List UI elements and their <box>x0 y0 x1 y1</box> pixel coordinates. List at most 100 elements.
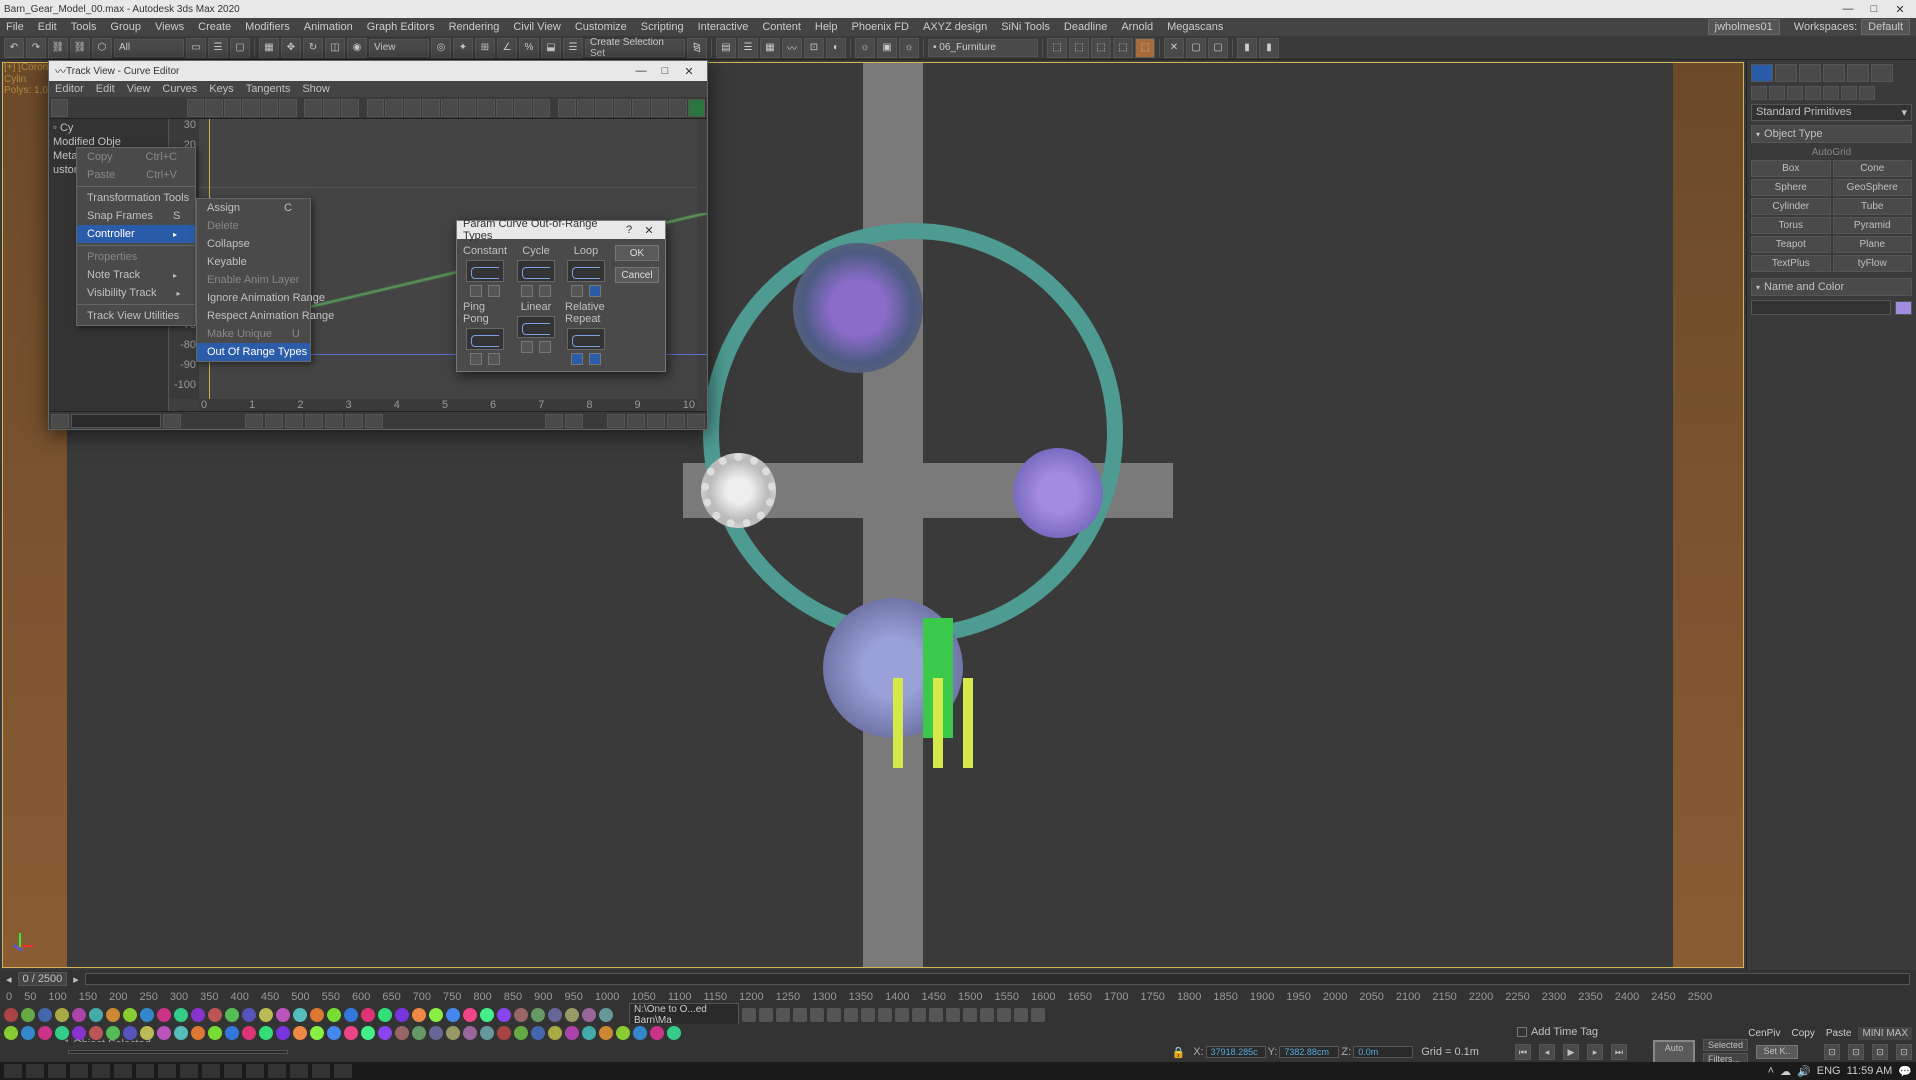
minimize-button[interactable]: — <box>1836 3 1860 16</box>
tool-icon[interactable] <box>1014 1008 1028 1022</box>
dialog-close-button[interactable]: ✕ <box>639 224 659 237</box>
named-selection-dropdown[interactable]: Create Selection Set <box>585 39 685 57</box>
menu-item[interactable]: Scripting <box>641 21 684 33</box>
menu-make-unique[interactable]: Make UniqueU <box>197 325 310 343</box>
tray-lang[interactable]: ENG <box>1817 1065 1841 1077</box>
tool-icon[interactable] <box>293 1026 307 1040</box>
ce-tool-icon[interactable] <box>688 99 705 117</box>
tool-icon[interactable] <box>38 1026 52 1040</box>
bind-icon[interactable]: ⬡ <box>92 38 112 58</box>
menu-copy[interactable]: CopyCtrl+C <box>77 148 195 166</box>
tool-icon[interactable] <box>327 1026 341 1040</box>
menu-paste[interactable]: PasteCtrl+V <box>77 166 195 184</box>
ce-btool-icon[interactable] <box>305 414 323 428</box>
taskbar-app-icon[interactable] <box>334 1064 352 1078</box>
create-textplus-button[interactable]: TextPlus <box>1751 255 1831 272</box>
play-icon[interactable]: ▶ <box>1563 1044 1579 1060</box>
out-toggle[interactable] <box>539 341 551 353</box>
ex5-icon[interactable]: ⬚ <box>1135 38 1155 58</box>
tool-icon[interactable] <box>650 1026 664 1040</box>
rect-select-icon[interactable]: ▢ <box>230 38 250 58</box>
tool-icon[interactable] <box>293 1008 307 1022</box>
user-dropdown[interactable]: jwholmes01 <box>1708 19 1780 35</box>
ce-btool-icon[interactable] <box>545 414 563 428</box>
category-dropdown[interactable]: Standard Primitives▾ <box>1751 104 1912 121</box>
utilities-tab-icon[interactable] <box>1871 64 1893 82</box>
tool-icon[interactable] <box>72 1008 86 1022</box>
out-toggle[interactable] <box>589 353 601 365</box>
tool-icon[interactable] <box>412 1008 426 1022</box>
tool-icon[interactable] <box>497 1008 511 1022</box>
tool-icon[interactable] <box>157 1008 171 1022</box>
schematic-icon[interactable]: ⊡ <box>804 38 824 58</box>
ce-tool-icon[interactable] <box>514 99 531 117</box>
menu-trackview-utils[interactable]: Track View Utilities <box>77 307 195 325</box>
tool-icon[interactable] <box>446 1008 460 1022</box>
tool-icon[interactable] <box>123 1008 137 1022</box>
ce-btool-icon[interactable] <box>163 414 181 428</box>
create-teapot-button[interactable]: Teapot <box>1751 236 1831 253</box>
ce-btool-icon[interactable] <box>667 414 685 428</box>
taskbar-app-icon[interactable] <box>290 1064 308 1078</box>
ce-tool-icon[interactable] <box>385 99 402 117</box>
menu-controller[interactable]: Controller <box>77 225 195 243</box>
menu-collapse[interactable]: Collapse <box>197 235 310 253</box>
select-name-icon[interactable]: ☰ <box>208 38 228 58</box>
menu-item[interactable]: AXYZ design <box>923 21 987 33</box>
taskbar-app-icon[interactable] <box>136 1064 154 1078</box>
tool-icon[interactable] <box>361 1026 375 1040</box>
tool-icon[interactable] <box>531 1008 545 1022</box>
selection-filter-dropdown[interactable]: All <box>114 39 184 57</box>
ce-tool-icon[interactable] <box>669 99 686 117</box>
undo-icon[interactable]: ↶ <box>4 38 24 58</box>
type-graph-icon[interactable] <box>466 260 504 282</box>
menu-item[interactable]: Civil View <box>513 21 560 33</box>
ce-btool-icon[interactable] <box>345 414 363 428</box>
menu-transformation-tools[interactable]: Transformation Tools <box>77 189 195 207</box>
layer-icon[interactable]: ☰ <box>738 38 758 58</box>
create-cone-button[interactable]: Cone <box>1833 160 1913 177</box>
create-plane-button[interactable]: Plane <box>1833 236 1913 253</box>
taskbar-app-icon[interactable] <box>180 1064 198 1078</box>
autogrid-checkbox[interactable]: AutoGrid <box>1751 145 1912 160</box>
ce-tool-icon[interactable] <box>404 99 421 117</box>
out-toggle[interactable] <box>539 285 551 297</box>
hierarchy-tab-icon[interactable] <box>1799 64 1821 82</box>
tool-icon[interactable] <box>793 1008 807 1022</box>
tool-icon[interactable] <box>599 1026 613 1040</box>
curve-editor-icon[interactable]: 〰 <box>782 38 802 58</box>
minimax-button[interactable]: MINI MAX <box>1858 1027 1912 1040</box>
tool-icon[interactable] <box>548 1026 562 1040</box>
create-sphere-button[interactable]: Sphere <box>1751 179 1831 196</box>
layer-dropdown[interactable]: • 06_Furniture <box>928 39 1038 57</box>
tool-icon[interactable] <box>844 1008 858 1022</box>
spinner-snap-icon[interactable]: ⬓ <box>541 38 561 58</box>
menu-item[interactable]: Content <box>762 21 801 33</box>
menu-properties[interactable]: Properties <box>77 248 195 266</box>
ce-tool-icon[interactable] <box>651 99 668 117</box>
tool-icon[interactable] <box>531 1026 545 1040</box>
taskbar-app-icon[interactable] <box>246 1064 264 1078</box>
ce-btool-icon[interactable] <box>687 414 705 428</box>
menu-snap-frames[interactable]: Snap FramesS <box>77 207 195 225</box>
in-toggle[interactable] <box>571 285 583 297</box>
tool-icon[interactable] <box>616 1026 630 1040</box>
menu-respect-anim-range[interactable]: Respect Animation Range <box>197 307 310 325</box>
tool-icon[interactable] <box>429 1008 443 1022</box>
tool-icon[interactable] <box>463 1008 477 1022</box>
tool-icon[interactable] <box>446 1026 460 1040</box>
render-icon[interactable]: ☼ <box>899 38 919 58</box>
taskbar-app-icon[interactable] <box>92 1064 110 1078</box>
ce-tool-icon[interactable] <box>279 99 296 117</box>
tool-icon[interactable] <box>895 1008 909 1022</box>
ex2-icon[interactable]: ⬚ <box>1069 38 1089 58</box>
tree-node[interactable]: ◦ Cy <box>51 121 166 135</box>
ce-input[interactable] <box>71 414 161 428</box>
type-graph-icon[interactable] <box>517 316 555 338</box>
ce-close-button[interactable]: ✕ <box>677 65 701 78</box>
lock-icon[interactable]: 🔒 <box>1172 1046 1186 1059</box>
ex6-icon[interactable]: ✕ <box>1164 38 1184 58</box>
ce-btool-icon[interactable] <box>565 414 583 428</box>
select-icon[interactable]: ▭ <box>186 38 206 58</box>
tool-icon[interactable] <box>565 1026 579 1040</box>
